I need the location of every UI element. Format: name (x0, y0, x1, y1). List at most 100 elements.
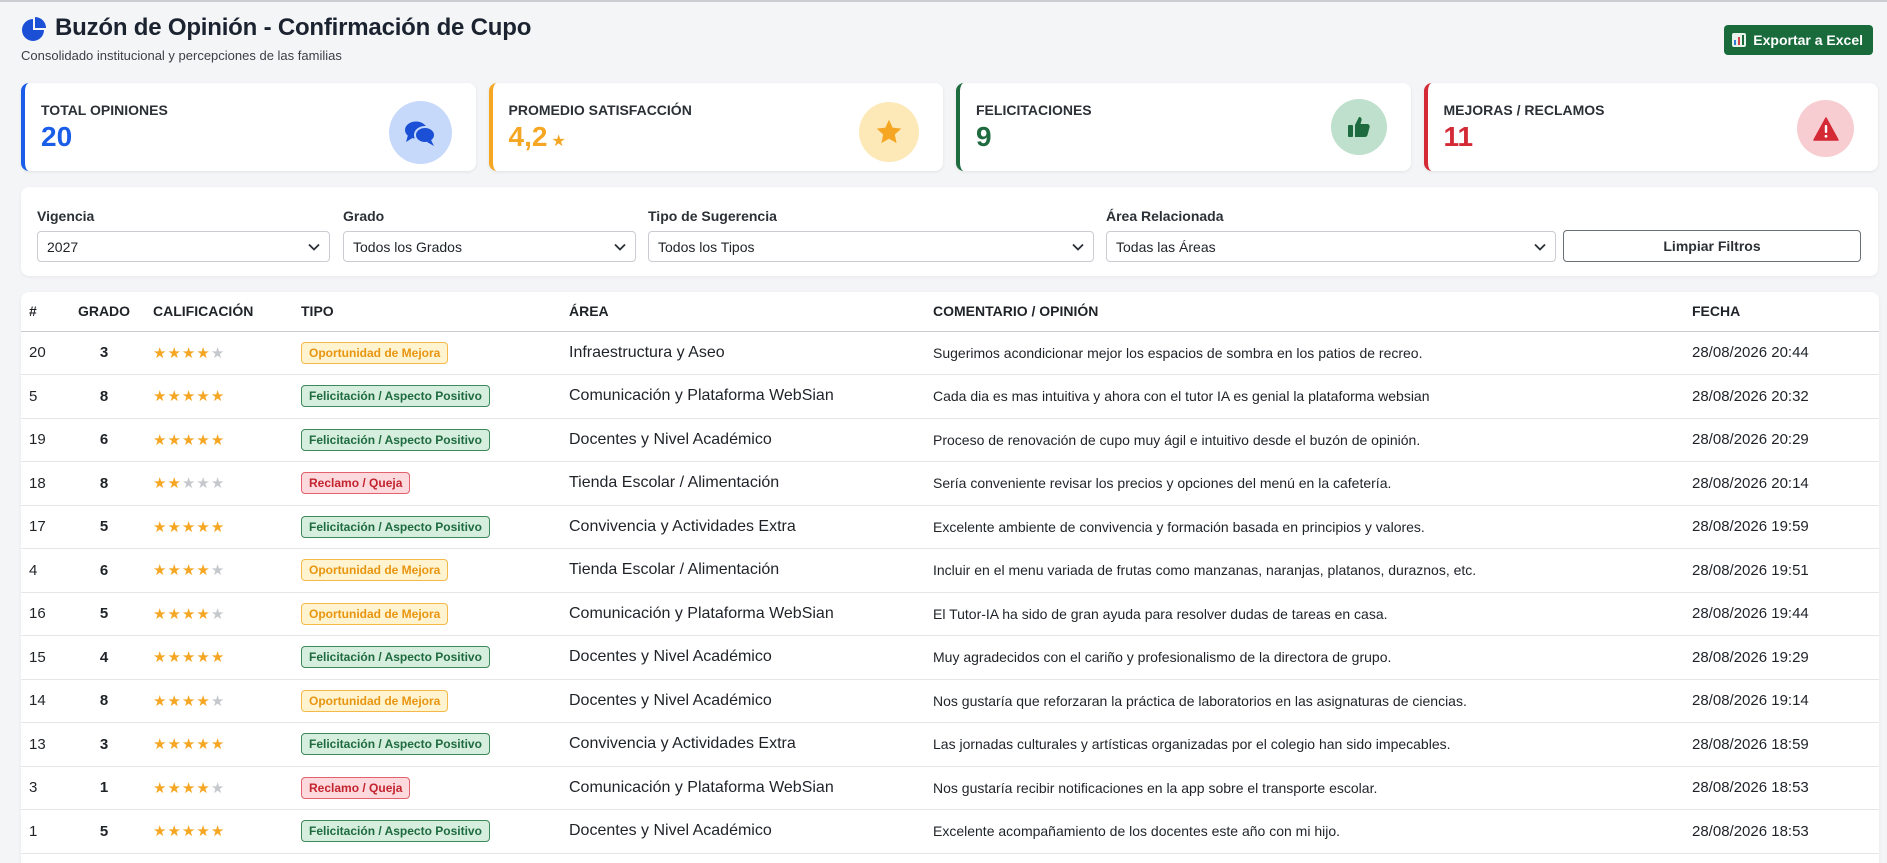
chevron-down-icon (308, 243, 320, 251)
cell-rating: ★★★★★ (145, 722, 293, 767)
cell-area (561, 853, 925, 863)
table-row[interactable]: 4 6 ★★★★★ Oportunidad de Mejora Tienda Escol… (21, 548, 1879, 593)
table-row[interactable]: 1 5 ★★★★★ Felicitación / Aspecto Positivo Do… (21, 809, 1879, 854)
star-filled-icon: ★ (167, 344, 182, 362)
star-filled-icon: ★ (181, 692, 197, 710)
tipo-badge: Oportunidad de Mejora (301, 559, 449, 582)
vigencia-select[interactable]: 2027 (37, 231, 330, 262)
tipo-badge: Oportunidad de Mejora (301, 341, 449, 364)
star-filled-icon: ★ (181, 649, 197, 667)
table-row[interactable]: 5 8 ★★★★★ Felicitación / Aspecto Positivo Co… (21, 374, 1879, 419)
select-value: Todas las Áreas (1116, 238, 1216, 255)
table-row[interactable]: 19 6 ★★★★★ Felicitación / Aspecto Positivo D… (21, 418, 1879, 462)
star-filled-icon: ★ (181, 388, 197, 406)
col-header-area[interactable]: ÁREA (561, 292, 925, 332)
export-excel-button[interactable]: Exportar a Excel (1724, 25, 1873, 55)
table-row[interactable]: 13 3 ★★★★★ Felicitación / Aspecto Positivo C… (21, 722, 1879, 767)
rating-stars: ★★★★★ (153, 475, 225, 492)
table-row[interactable]: 18 8 ★★★★★ Reclamo / Queja Tienda Escolar / … (21, 461, 1879, 506)
star-filled-icon: ★ (181, 518, 197, 536)
cell-area: Docentes y Nivel Académico (561, 418, 925, 462)
cell-id: 18 (21, 461, 63, 506)
cell-tipo: Felicitación / Aspecto Positivo (293, 635, 561, 680)
star-filled-icon: ★ (181, 779, 197, 797)
star-filled-icon: ★ (196, 562, 211, 580)
rating-stars: ★★★★★ (153, 345, 225, 362)
col-header-fecha[interactable]: FECHA (1684, 292, 1879, 332)
filter-label: Grado (343, 208, 385, 224)
star-filled-icon: ★ (181, 605, 197, 623)
grado-select[interactable]: Todos los Grados (343, 231, 636, 262)
tipo-select[interactable]: Todos los Tipos (648, 231, 1094, 262)
table-row[interactable]: 17 5 ★★★★★ Felicitación / Aspecto Positivo C… (21, 505, 1879, 549)
tipo-badge: Felicitación / Aspecto Positivo (301, 646, 490, 669)
rating-stars: ★★★★★ (153, 606, 225, 623)
star-icon: ★ (551, 133, 566, 150)
table-row[interactable]: 14 8 ★★★★★ Oportunidad de Mejora Docentes y … (21, 679, 1879, 723)
cell-rating: ★★★★★ (145, 461, 293, 506)
rating-stars: ★★★★★ (153, 823, 225, 840)
star-filled-icon: ★ (153, 649, 168, 667)
rating-stars: ★★★★★ (153, 432, 225, 449)
cell-grado: 5 (63, 592, 145, 636)
star-filled-icon: ★ (153, 475, 168, 493)
table-row[interactable]: 20 3 ★★★★★ Oportunidad de Mejora Infraestruc… (21, 331, 1879, 375)
col-header-id[interactable]: # (21, 292, 63, 332)
cell-rating: ★★★★★ (145, 505, 293, 549)
table-body: 20 3 ★★★★★ Oportunidad de Mejora Infraestruc… (21, 331, 1879, 863)
star-empty-icon: ★ (210, 475, 226, 493)
cell-comentario: Sugerimos acondicionar mejor los espacio… (925, 331, 1684, 375)
table-row[interactable]: 3 1 ★★★★★ Reclamo / Queja Comunicación y Pla… (21, 766, 1879, 810)
cell-rating (145, 853, 293, 863)
col-header-calificacion[interactable]: CALIFICACIÓN (145, 292, 293, 332)
star-filled-icon: ★ (153, 388, 168, 406)
star-filled-icon: ★ (153, 692, 168, 710)
star-icon (859, 102, 919, 162)
star-filled-icon: ★ (196, 388, 211, 406)
cell-id: 19 (21, 418, 63, 462)
cell-grado: 8 (63, 679, 145, 723)
page-header: Buzón de Opinión - Confirmación de Cupo … (21, 14, 1875, 74)
filter-label: Vigencia (37, 208, 95, 224)
star-filled-icon: ★ (153, 779, 168, 797)
area-select[interactable]: Todas las Áreas (1106, 231, 1556, 262)
cell-tipo: Oportunidad de Mejora (293, 592, 561, 636)
rating-stars: ★★★★★ (153, 562, 225, 579)
filter-tipo: Tipo de Sugerencia Todos los Tipos (648, 208, 1094, 262)
cell-grado: 5 (63, 809, 145, 854)
col-header-tipo[interactable]: TIPO (293, 292, 561, 332)
cell-id: 17 (21, 505, 63, 549)
star-filled-icon: ★ (196, 823, 211, 841)
star-filled-icon: ★ (210, 518, 226, 536)
star-empty-icon: ★ (210, 344, 226, 362)
star-filled-icon: ★ (181, 344, 197, 362)
table-row[interactable]: 16 5 ★★★★★ Oportunidad de Mejora Comunicació… (21, 592, 1879, 636)
cell-area: Convivencia y Actividades Extra (561, 722, 925, 767)
cell-fecha: 28/08/2026 18:59 (1684, 722, 1879, 767)
cell-fecha: 28/08/2026 20:44 (1684, 331, 1879, 375)
cell-fecha: 28/08/2026 19:59 (1684, 505, 1879, 549)
table-row[interactable]: Oportunidad de Mejora (21, 853, 1879, 863)
tipo-badge: Felicitación / Aspecto Positivo (301, 515, 490, 538)
cell-fecha: 28/08/2026 19:29 (1684, 635, 1879, 680)
excel-icon (1732, 33, 1747, 47)
cell-tipo: Oportunidad de Mejora (293, 679, 561, 723)
stats-row: TOTAL OPINIONES 20 PROMEDIO SATISFACCIÓN… (21, 83, 1878, 171)
col-header-comentario[interactable]: COMENTARIO / OPINIÓN (925, 292, 1684, 332)
star-filled-icon: ★ (196, 649, 211, 667)
table-row[interactable]: 15 4 ★★★★★ Felicitación / Aspecto Positivo D… (21, 635, 1879, 680)
cell-fecha: 28/08/2026 20:32 (1684, 374, 1879, 419)
cell-id: 3 (21, 766, 63, 810)
stat-value: 4,2 (508, 121, 548, 152)
tipo-badge: Felicitación / Aspecto Positivo (301, 385, 490, 408)
star-empty-icon: ★ (210, 779, 226, 797)
page-subtitle: Consolidado institucional y percepciones… (21, 48, 342, 63)
thumbs-up-icon (1330, 99, 1387, 155)
cell-fecha: 28/08/2026 20:14 (1684, 461, 1879, 506)
cell-fecha: 28/08/2026 19:44 (1684, 592, 1879, 636)
cell-comentario: Proceso de renovación de cupo muy ágil e… (925, 418, 1684, 462)
rating-stars: ★★★★★ (153, 388, 225, 405)
cell-tipo: Felicitación / Aspecto Positivo (293, 722, 561, 767)
clear-filters-button[interactable]: Limpiar Filtros (1563, 230, 1861, 262)
col-header-grado[interactable]: GRADO (63, 292, 145, 332)
